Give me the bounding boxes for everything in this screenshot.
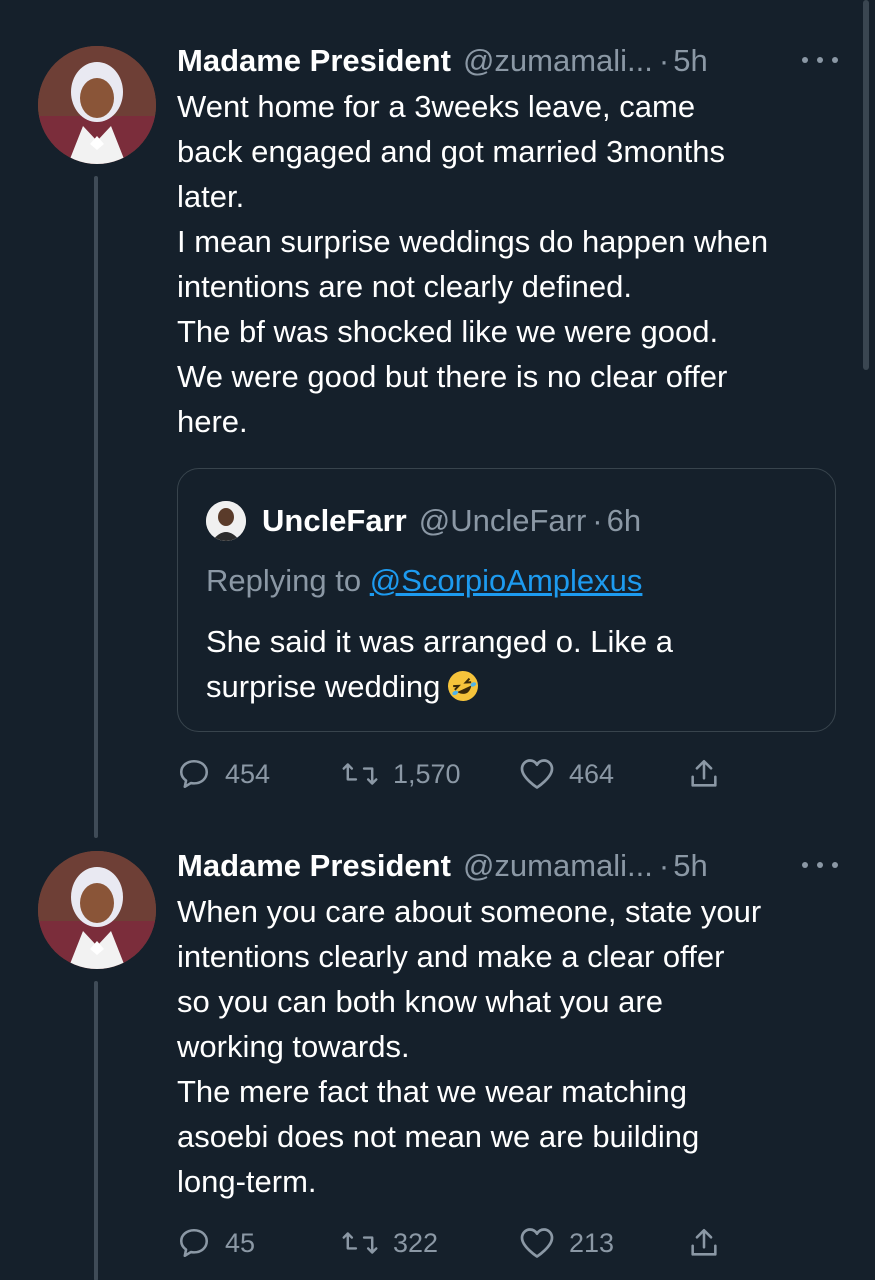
reply-icon [177, 1226, 211, 1260]
mention-link[interactable]: @ScorpioAmplexus [370, 563, 643, 598]
reply-count: 45 [225, 1227, 256, 1258]
tweet-text-line: I mean surprise weddings do happen when [177, 224, 769, 259]
scrollbar[interactable] [863, 0, 869, 370]
tweet-text-line: here. [177, 404, 248, 439]
username[interactable]: @zumamali... [463, 43, 653, 79]
like-count: 213 [569, 1227, 615, 1258]
quoted-display-name[interactable]: UncleFarr [262, 503, 407, 539]
tweet-text-line: so you can both know what you are [177, 984, 663, 1019]
quoted-username[interactable]: @UncleFarr [419, 503, 587, 539]
share-icon [687, 1226, 721, 1260]
more-options-icon[interactable] [802, 855, 838, 875]
avatar[interactable] [38, 851, 156, 969]
retweet-icon [341, 1226, 379, 1260]
like-button[interactable]: 213 [519, 1223, 614, 1263]
tweet-content: Madame President @zumamali... · 5h When … [177, 843, 842, 1204]
tweet-text-line: intentions are not clearly defined. [177, 269, 632, 304]
tweet-header: Madame President @zumamali... · 5h [177, 38, 842, 84]
display-name[interactable]: Madame President [177, 848, 451, 884]
tweet-text: Went home for a 3weeks leave, came back … [177, 84, 842, 444]
display-name[interactable]: Madame President [177, 43, 451, 79]
separator-dot: · [658, 43, 670, 78]
thread-line [94, 176, 98, 838]
tweet-text-line: We were good but there is no clear offer [177, 359, 728, 394]
quoted-tweet[interactable]: UncleFarr @UncleFarr · 6h Replying to @S… [177, 468, 836, 732]
tweet-text-line: intentions clearly and make a clear offe… [177, 939, 725, 974]
retweet-button[interactable]: 322 [341, 1223, 438, 1263]
quoted-text-line: surprise wedding [206, 664, 673, 709]
quoted-avatar[interactable] [206, 501, 246, 541]
heart-icon [519, 1226, 555, 1260]
quoted-text-line: She said it was arranged o. Like a [206, 624, 673, 659]
timestamp[interactable]: 5h [673, 848, 707, 884]
username[interactable]: @zumamali... [463, 848, 653, 884]
avatar[interactable] [38, 46, 156, 164]
separator-dot: · [592, 503, 603, 538]
tweet-text: When you care about someone, state your … [177, 889, 842, 1204]
quoted-tweet-header: UncleFarr @UncleFarr · 6h [206, 501, 641, 541]
replying-to-label: Replying to [206, 563, 370, 598]
thread-line [94, 981, 98, 1280]
share-icon [687, 757, 721, 791]
tweet-text-line: When you care about someone, state your [177, 894, 762, 929]
like-button[interactable]: 464 [519, 754, 614, 794]
replying-to: Replying to @ScorpioAmplexus [206, 563, 642, 599]
share-button[interactable] [687, 754, 721, 794]
heart-icon [519, 757, 555, 791]
tweet-header: Madame President @zumamali... · 5h [177, 843, 842, 889]
tweet-text-line: back engaged and got married 3months [177, 134, 726, 169]
quoted-timestamp[interactable]: 6h [607, 503, 641, 539]
timestamp[interactable]: 5h [673, 43, 707, 79]
share-button[interactable] [687, 1223, 721, 1263]
reply-icon [177, 757, 211, 791]
tweet-text-line: The mere fact that we wear matching [177, 1074, 688, 1109]
retweet-count: 1,570 [393, 758, 461, 789]
quoted-text-segment: surprise wedding [206, 669, 441, 704]
reply-button[interactable]: 45 [177, 1223, 255, 1263]
retweet-icon [341, 757, 379, 791]
twitter-thread-view: Madame President @zumamali... · 5h Went … [0, 0, 875, 1280]
tweet-text-line: later. [177, 179, 245, 214]
quoted-tweet-text: She said it was arranged o. Like a surpr… [206, 619, 673, 709]
tweet-text-line: The bf was shocked like we were good. [177, 314, 719, 349]
tweet-text-line: Went home for a 3weeks leave, came [177, 89, 696, 124]
retweet-button[interactable]: 1,570 [341, 754, 461, 794]
more-options-icon[interactable] [802, 50, 838, 70]
tweet-content: Madame President @zumamali... · 5h Went … [177, 38, 842, 732]
like-count: 464 [569, 758, 615, 789]
reply-button[interactable]: 454 [177, 754, 270, 794]
tweet-text-line: asoebi does not mean we are building [177, 1119, 700, 1154]
tweet-text-line: working towards. [177, 1029, 410, 1064]
tweet-text-line: long-term. [177, 1164, 317, 1199]
reply-count: 454 [225, 758, 271, 789]
retweet-count: 322 [393, 1227, 439, 1258]
separator-dot: · [658, 848, 670, 883]
rolling-on-floor-laughing-emoji [446, 669, 480, 703]
